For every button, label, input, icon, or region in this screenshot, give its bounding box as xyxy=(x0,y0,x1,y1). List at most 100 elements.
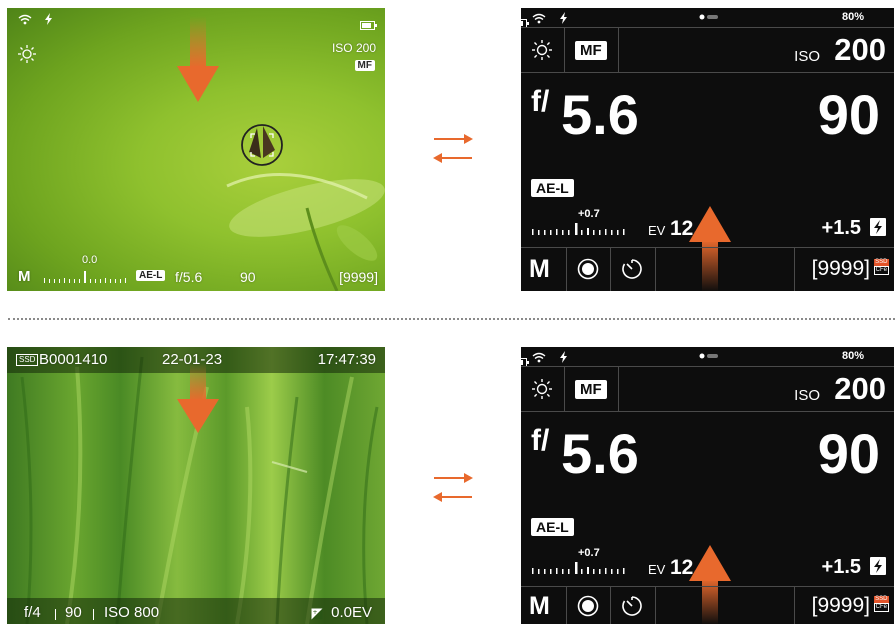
iso-label: ISO xyxy=(794,387,820,404)
drive-single-icon[interactable] xyxy=(577,595,599,617)
section-divider xyxy=(8,318,895,320)
capture-time: 17:47:39 xyxy=(317,351,376,368)
ael-badge: AE-L xyxy=(531,179,574,197)
iso-value: 200 xyxy=(834,371,886,406)
ev-comp-value: +0.7 xyxy=(578,547,600,559)
divider-line xyxy=(618,27,619,72)
divider-line xyxy=(610,247,611,291)
flash-bolt-icon xyxy=(870,218,886,236)
live-view-panel-1: ISO 200 MF 0.0 M AE-L f/5.6 90 [9999] xyxy=(7,8,385,291)
divider-line xyxy=(655,247,656,291)
card-indicator: SSD CFe xyxy=(873,259,889,275)
flash-comp-value: +1.5 xyxy=(821,556,861,578)
exposure-mode: M xyxy=(529,592,550,620)
iso-value: ISO 800 xyxy=(104,604,160,621)
flash-comp-value: +1.5 xyxy=(821,217,861,239)
wifi-icon xyxy=(532,13,546,24)
drive-single-icon[interactable] xyxy=(577,258,599,280)
ev-scale xyxy=(532,223,625,235)
divider-line xyxy=(564,27,565,72)
divider-line xyxy=(618,366,619,411)
divider-line xyxy=(521,247,894,248)
top-screen-panel-2: 80% MF ISO 200 f/ 5.6 90 AE-L +0.7 EV 12… xyxy=(512,347,894,625)
swap-arrows-icon xyxy=(433,134,473,163)
battery-icon xyxy=(360,21,377,31)
divider-line xyxy=(521,27,894,28)
ev-icon: + xyxy=(311,608,323,620)
wifi-icon xyxy=(532,352,546,363)
aperture-value: 5.6 xyxy=(561,422,639,485)
divider-line xyxy=(521,411,894,412)
aperture-value: 5.6 xyxy=(561,83,639,146)
focus-mode-badge: MF xyxy=(575,380,607,399)
card-badge: SSD xyxy=(16,354,39,366)
shots-remaining: [9999] xyxy=(811,594,870,617)
divider-line xyxy=(794,247,795,291)
ael-badge: AE-L xyxy=(136,270,166,281)
exposure-mode: M xyxy=(18,268,31,285)
ev-scale xyxy=(44,271,126,283)
brightness-icon xyxy=(18,45,36,63)
focus-mode-badge: MF xyxy=(354,60,375,71)
ael-badge: AE-L xyxy=(531,518,574,536)
shots-remaining: [9999] xyxy=(339,269,378,285)
divider-line xyxy=(794,586,795,624)
battery-percent: 80% xyxy=(841,11,864,23)
self-timer-icon[interactable] xyxy=(621,258,643,280)
separator xyxy=(93,609,94,620)
card-ssd-label: SSD xyxy=(873,259,889,266)
shutter-speed: 90 xyxy=(240,269,256,285)
wifi-icon xyxy=(18,14,32,25)
flash-icon xyxy=(560,351,567,363)
page-dots-icon xyxy=(699,14,718,20)
aperture: f/5.6 xyxy=(175,269,203,285)
flash-icon xyxy=(560,12,567,24)
brightness-icon xyxy=(532,40,552,60)
shutter-speed: 90 xyxy=(817,83,880,146)
focus-mode-badge: MF xyxy=(575,41,607,60)
card-indicator: SSD CFe xyxy=(873,596,889,612)
divider-line xyxy=(566,586,567,624)
iso-label: ISO xyxy=(794,48,820,65)
divider-line xyxy=(521,586,894,587)
aperture-prefix: f/ xyxy=(531,85,550,118)
up-arrow-icon xyxy=(689,206,731,292)
swap-arrows-icon xyxy=(433,473,473,502)
shutter-speed: 90 xyxy=(65,604,82,621)
up-arrow-icon xyxy=(689,545,731,625)
down-arrow-icon xyxy=(177,363,219,433)
divider-line xyxy=(566,247,567,291)
divider-line xyxy=(564,366,565,411)
focus-target-icon xyxy=(241,124,283,166)
top-screen-panel-1: 80% MF ISO 200 f/ 5.6 90 AE-L +0.7 EV 12… xyxy=(512,8,894,292)
divider-line xyxy=(521,72,894,73)
card-cfe-label: CFe xyxy=(873,266,889,275)
shutter-speed: 90 xyxy=(817,422,880,485)
self-timer-icon[interactable] xyxy=(621,595,643,617)
svg-text:+: + xyxy=(313,609,318,616)
brightness-icon xyxy=(532,379,552,399)
exposure-mode: M xyxy=(529,255,550,283)
ev-label: EV xyxy=(648,562,666,577)
divider-line xyxy=(655,586,656,624)
shots-remaining: [9999] xyxy=(811,257,870,280)
info-bar-bottom xyxy=(7,598,385,624)
card-cfe-label: CFe xyxy=(873,603,889,612)
iso-value: 200 xyxy=(834,32,886,67)
card-ssd-label: SSD xyxy=(873,596,889,603)
ev-value: 0.0EV xyxy=(331,604,372,621)
ev-scale xyxy=(532,562,625,574)
aperture: f/4 xyxy=(24,604,41,621)
separator xyxy=(55,609,56,620)
iso-label: ISO 200 xyxy=(331,41,376,55)
divider-line xyxy=(610,586,611,624)
flash-bolt-icon xyxy=(870,557,886,575)
aperture-prefix: f/ xyxy=(531,424,550,457)
ev-comp-value: +0.7 xyxy=(578,208,600,220)
live-view-panel-2: SSD B0001410 22-01-23 17:47:39 f/4 90 IS… xyxy=(7,347,385,624)
down-arrow-icon xyxy=(177,16,219,102)
ev-value: 0.0 xyxy=(82,254,98,266)
page-dots-icon xyxy=(699,353,718,359)
battery-percent: 80% xyxy=(841,350,864,362)
ev-label: EV xyxy=(648,223,666,238)
